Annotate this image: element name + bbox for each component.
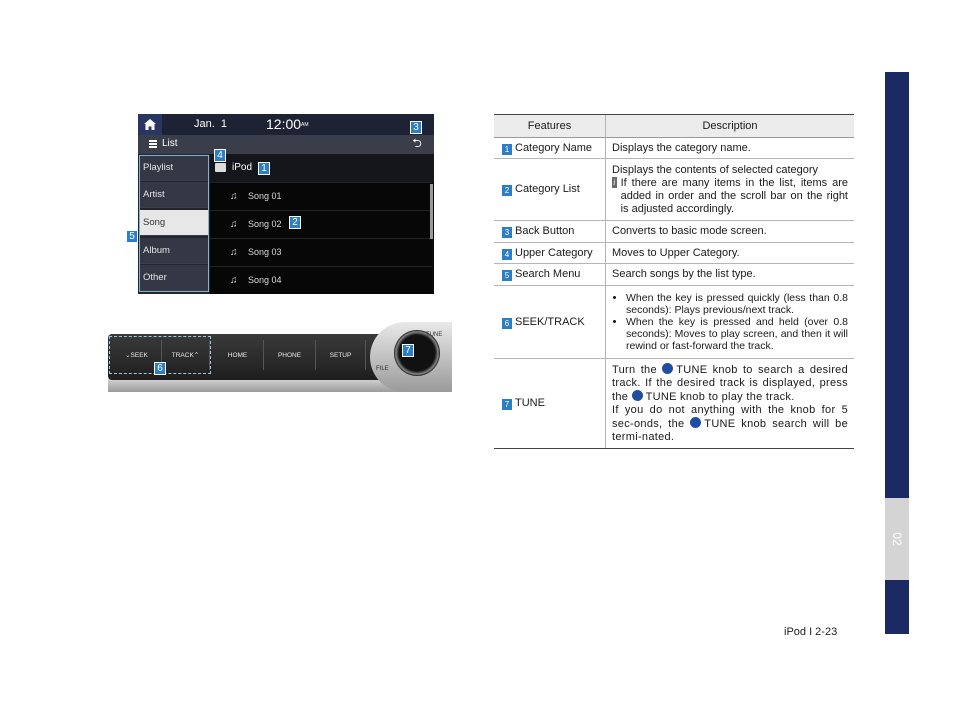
list-icon [149,140,157,148]
feature-cell: 5 Search Menu [494,263,606,286]
description-cell: Moves to Upper Category. [605,242,854,264]
note-text: If there are many items in the list, ite… [620,176,848,215]
music-note-icon: ♫ [230,191,238,202]
table-row: 6SEEK/TRACK When the key is pressed quic… [494,285,854,359]
text-span: TUNE knob to play the track. [645,391,795,403]
music-note-icon: ♫ [230,275,238,286]
status-ampm: AM [301,122,309,128]
number-badge: 4 [502,248,512,260]
status-time: 12:00 [266,116,302,132]
feature-cell: 3 Back Button [494,220,606,243]
number-badge: 3 [502,227,512,238]
home-button[interactable]: HOME [212,340,264,370]
list-item[interactable]: ♫ Song 03 [210,238,432,266]
list-item[interactable]: ♫ Song 04 [210,266,432,294]
table-row: 1 Category Name Displays the category nam… [494,137,854,159]
list-label: List [162,138,178,149]
home-icon[interactable] [138,114,162,135]
bullet-item: When the key is pressed quickly (less th… [626,292,848,316]
feature-name: Category List [515,183,580,195]
list-header-bar: List ⮌ [138,135,434,154]
table-row: 4 Upper Category Moves to Upper Category. [494,242,854,264]
feature-name: Upper Category [515,246,593,259]
features-table: Features Description 1 Category Name Disp… [494,114,854,449]
feature-name: SEEK/TRACK [515,315,585,328]
tune-knob-icon [662,363,674,374]
status-date: Jan. 1 [194,118,228,130]
search-menu-outline [139,155,209,292]
info-icon: i [612,176,617,188]
file-label: FILE [376,366,389,372]
description-cell: Displays the category name. [605,137,854,159]
column-header-features: Features [494,114,606,138]
phone-button[interactable]: PHONE [264,340,316,370]
callout-badge-1: 1 [258,162,270,175]
list-item[interactable]: ♫ Song 02 [210,210,432,238]
number-badge: 2 [502,185,512,196]
song-title: Song 04 [248,275,282,285]
music-note-icon: ♫ [230,219,238,230]
callout-badge-3: 3 [410,121,422,134]
tune-label: TUNE [426,332,443,338]
category-row: iPod [210,154,434,182]
table-row: 3 Back Button Converts to basic mode scre… [494,220,854,243]
feature-cell: 7 TUNE [494,358,606,449]
callout-badge-2: 2 [289,216,301,229]
tune-knob-icon [631,390,643,401]
number-badge: 1 [502,143,512,155]
feature-name: Search Menu [515,268,581,280]
number-badge: 5 [502,270,512,281]
tune-paragraph-2: If you do not anything with the knob for… [612,404,848,444]
scroll-bar[interactable] [430,184,433,239]
callout-badge-7: 7 [402,344,414,357]
description-text: Displays the contents of selected catego… [612,163,819,176]
back-icon[interactable]: ⮌ [408,136,426,151]
column-header-description: Description [605,114,854,138]
upper-category-icon[interactable] [215,163,226,172]
setup-button[interactable]: SETUP [316,340,366,370]
table-row: 7 TUNE Turn the TUNE knob to search a des… [494,358,854,449]
song-title: Song 01 [248,191,282,201]
text-span: Turn the [612,364,657,376]
feature-name: TUNE [515,397,545,409]
table-header-row: Features Description [494,114,854,138]
callout-badge-4: 4 [214,149,226,162]
feature-cell: 1 Category Name [494,137,606,159]
description-cell: Turn the TUNE knob to search a desired t… [605,358,854,449]
callout-badge-5: 5 [126,230,138,243]
bullet-list: When the key is pressed quickly (less th… [612,292,848,352]
category-name: iPod [232,162,253,173]
head-unit-panel: ⌄ SEEK TRACK ⌃ HOME PHONE SETUP TUNE FILE [108,320,452,392]
feature-name: Category Name [515,141,593,154]
description-cell: Search songs by the list type. [605,263,854,286]
description-cell: Displays the contents of selected catego… [605,158,854,221]
ipod-list-screen: Jan. 1 12:00 AM List ⮌ Playlist Artist S… [138,114,434,294]
info-note: i If there are many items in the list, it… [612,176,848,216]
music-note-icon: ♫ [230,247,238,258]
description-cell: Converts to basic mode screen. [605,220,854,243]
chapter-number: 02 [890,532,904,546]
tune-knob-icon [690,417,702,428]
table-row: 5 Search Menu Search songs by the list ty… [494,263,854,286]
status-bar: Jan. 1 12:00 AM [138,114,434,135]
page-footer: iPod I 2-23 [784,626,838,638]
song-title: Song 03 [248,247,282,257]
feature-cell: 2 Category List [494,158,606,221]
bullet-item: When the key is pressed and held (over 0… [626,316,848,352]
description-cell: When the key is pressed quickly (less th… [605,285,854,359]
feature-cell: 4 Upper Category [494,242,606,264]
number-badge: 6 [502,317,512,329]
feature-name: Back Button [515,225,575,237]
table-row: 2 Category List Displays the contents of … [494,158,854,221]
callout-badge-6: 6 [154,362,166,375]
list-item[interactable]: ♫ Song 01 [210,182,432,210]
number-badge: 7 [502,399,512,410]
tune-paragraph-1: Turn the TUNE knob to search a desired t… [612,363,848,404]
song-title: Song 02 [248,219,282,229]
feature-cell: 6 SEEK/TRACK [494,285,606,359]
